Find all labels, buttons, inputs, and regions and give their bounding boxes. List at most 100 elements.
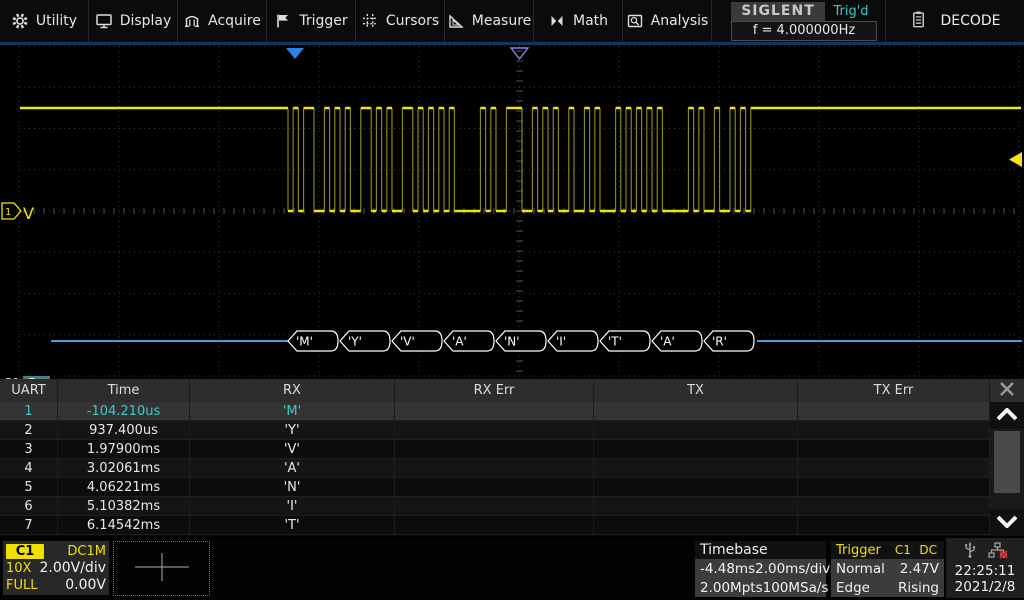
table-cell: 2 <box>0 421 58 439</box>
acquire-icon <box>183 12 201 30</box>
clock-panel: 22:25:11 2021/2/8 <box>946 538 1024 598</box>
table-cell: 937.400us <box>58 421 190 439</box>
menu-item-display[interactable]: Display <box>89 0 178 42</box>
column-header-rx-err: RX Err <box>395 379 594 402</box>
table-cell: 1.97900ms <box>58 440 190 458</box>
table-cell <box>395 440 594 458</box>
table-close-button[interactable] <box>990 379 1024 402</box>
close-icon <box>998 380 1016 402</box>
add-channel-slot[interactable] <box>113 541 210 596</box>
svg-text:'V': 'V' <box>400 335 415 349</box>
clock-time: 22:25:11 <box>955 563 1016 579</box>
menu-item-cursors[interactable]: Cursors <box>356 0 445 42</box>
table-cell: 3.02061ms <box>58 459 190 477</box>
channel-bandwidth: FULL <box>6 578 37 593</box>
timebase-samplerate: 100MSa/s <box>763 580 829 596</box>
trigger-level-marker[interactable] <box>1009 152 1022 167</box>
table-row[interactable]: 65.10382ms'I' <box>0 497 990 516</box>
menu-item-acquire[interactable]: Acquire <box>178 0 267 42</box>
column-header-tx: TX <box>594 379 798 402</box>
table-scrollbar <box>990 379 1024 536</box>
decode-bubble: 'N' <box>496 331 546 351</box>
table-cell <box>594 402 798 420</box>
svg-text:'N': 'N' <box>504 335 520 349</box>
table-cell: 'I' <box>190 497 395 515</box>
menu-item-label: Acquire <box>208 13 261 29</box>
decode-event-table: UARTTimeRXRX ErrTXTX Err1-104.210us'M'29… <box>0 379 1024 536</box>
decode-bubble: 'I' <box>548 331 598 351</box>
table-cell <box>798 440 990 458</box>
table-row[interactable]: 76.14542ms'T' <box>0 516 990 535</box>
siglent-logo: SIGLENT <box>731 2 825 21</box>
table-cell <box>594 459 798 477</box>
menu-bar: Utility Display Acquire Trigger Cursors Measu… <box>0 0 1024 45</box>
lan-disconnected-icon <box>988 541 1008 563</box>
scrollbar-thumb[interactable] <box>994 431 1020 493</box>
flag-icon <box>274 12 292 30</box>
menu-item-trigger[interactable]: Trigger <box>267 0 356 42</box>
table-cell <box>395 478 594 496</box>
table-cell <box>594 516 798 534</box>
clipboard-icon <box>909 10 928 29</box>
trigger-slope: Rising <box>898 580 939 596</box>
decode-bubble: 'T' <box>600 331 650 351</box>
table-cell: 1 <box>0 402 58 420</box>
table-cell: 'M' <box>190 402 395 420</box>
decode-table-columns: UARTTimeRXRX ErrTXTX Err1-104.210us'M'29… <box>0 379 990 536</box>
table-cell: -104.210us <box>58 402 190 420</box>
menu-item-analysis[interactable]: Analysis <box>623 0 712 42</box>
channel-offset-marker[interactable]: 1 V <box>2 203 34 223</box>
channel-offset: 0.00V <box>65 577 106 593</box>
menu-item-label: Measure <box>472 13 532 29</box>
svg-text:'M': 'M' <box>296 335 313 349</box>
menu-item-measure[interactable]: Measure <box>445 0 534 42</box>
table-cell: 'N' <box>190 478 395 496</box>
decode-bubble: 'A' <box>444 331 494 351</box>
tab-decode[interactable]: DECODE <box>885 0 1024 42</box>
trigger-coupling: DC <box>917 543 939 557</box>
table-cell: 7 <box>0 516 58 534</box>
oscilloscope-screen: Utility Display Acquire Trigger Cursors Measu… <box>0 0 1024 600</box>
chevron-up-icon <box>996 406 1018 425</box>
table-cell <box>798 478 990 496</box>
table-cell <box>395 516 594 534</box>
trigger-panel[interactable]: Trigger C1 DC Normal 2.47V Edge Rising <box>831 541 944 597</box>
table-row[interactable]: 54.06221ms'N' <box>0 478 990 497</box>
table-cell <box>395 497 594 515</box>
decode-bubble: 'A' <box>652 331 702 351</box>
table-cell <box>594 421 798 439</box>
table-cell: 4.06221ms <box>58 478 190 496</box>
svg-text:'A': 'A' <box>452 335 467 349</box>
table-cell <box>594 440 798 458</box>
timebase-panel[interactable]: Timebase -4.48ms 2.00ms/div 2.00Mpts 100… <box>695 541 826 597</box>
waveform-display[interactable]: 1 V 'M' 'Y' 'V' 'A' 'N' <box>0 45 1024 377</box>
scroll-up-button[interactable] <box>990 402 1024 429</box>
menu-item-math[interactable]: Math <box>534 0 623 42</box>
menu-item-label: Display <box>120 13 172 29</box>
clipboard-icon <box>909 10 928 33</box>
table-cell: 'A' <box>190 459 395 477</box>
scrollbar-track[interactable] <box>990 429 1024 509</box>
table-cell: 6 <box>0 497 58 515</box>
decode-bubble: 'R' <box>704 331 754 351</box>
table-row[interactable]: 1-104.210us'M' <box>0 402 990 421</box>
channel-badge[interactable]: C1 <box>6 544 44 559</box>
menu-item-label: Cursors <box>386 13 439 29</box>
table-cell: 5 <box>0 478 58 496</box>
menu-item-utility[interactable]: Utility <box>0 0 89 42</box>
table-cell: 'T' <box>190 516 395 534</box>
table-row[interactable]: 2937.400us'Y' <box>0 421 990 440</box>
decode-bubble: 'V' <box>392 331 442 351</box>
table-row[interactable]: 31.97900ms'V' <box>0 440 990 459</box>
scroll-down-button[interactable] <box>990 509 1024 536</box>
channel-scale: 2.00V/div <box>39 560 106 576</box>
timebase-delay: -4.48ms <box>700 561 755 577</box>
decode-bubble: 'M' <box>288 331 338 351</box>
channel-1-panel[interactable]: C1 DC1M 10X 2.00V/div FULL 0.00V <box>3 541 109 595</box>
trigger-status-badge: Trig'd <box>825 2 877 21</box>
trigger-position-marker[interactable] <box>511 48 528 59</box>
trigger-delay-marker[interactable] <box>286 48 304 59</box>
svg-text:V: V <box>23 204 34 223</box>
table-row[interactable]: 43.02061ms'A' <box>0 459 990 478</box>
chevron-down-icon <box>996 513 1018 532</box>
